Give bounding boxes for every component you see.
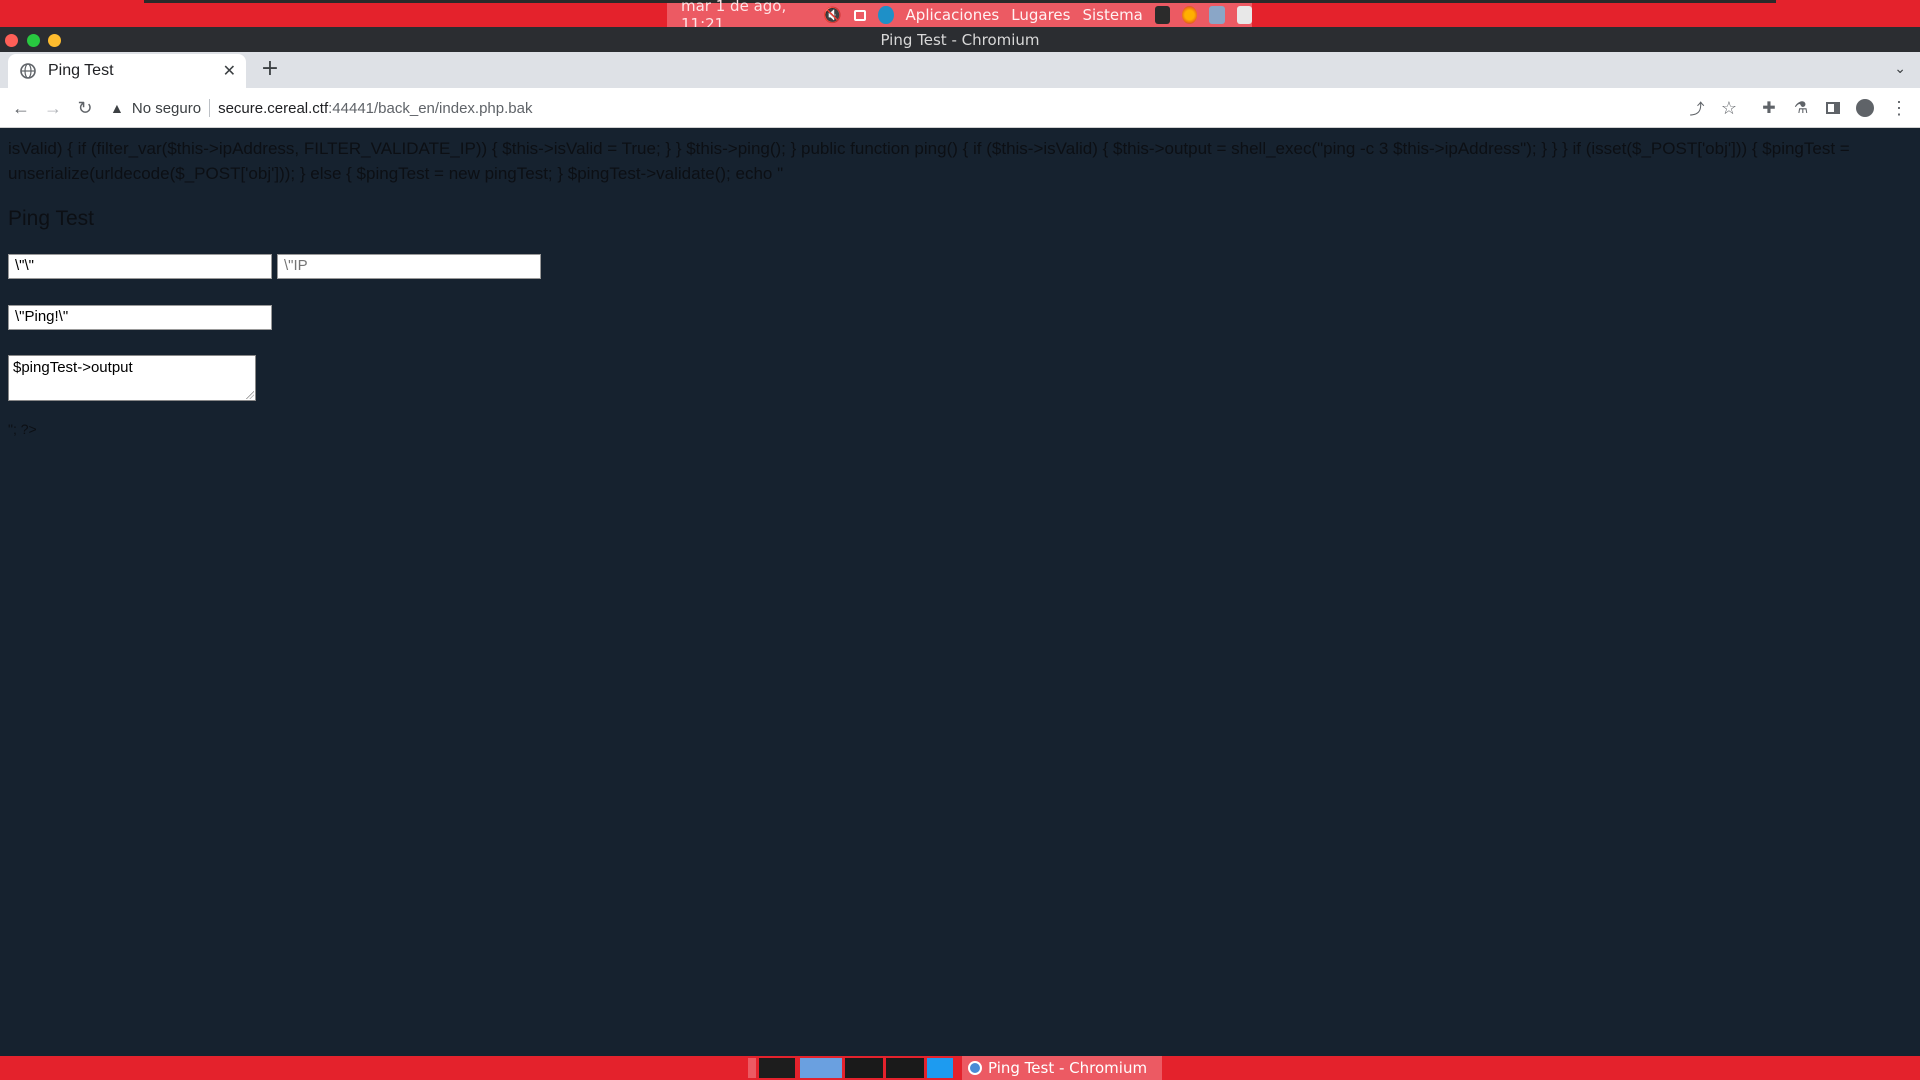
window-title-bar: Ping Test - Chromium xyxy=(0,27,1920,52)
new-tab-button[interactable]: + xyxy=(259,58,281,80)
browser-toolbar: ← → ↻ ▲ No seguro secure.cereal.ctf :444… xyxy=(0,88,1920,128)
workspace-two-icon[interactable] xyxy=(886,1058,924,1078)
workspace-three-icon[interactable] xyxy=(927,1058,953,1078)
trailing-code-text: "; ?> xyxy=(8,421,37,437)
menu-places[interactable]: Lugares xyxy=(1011,6,1070,24)
share-icon[interactable]: ⤴ xyxy=(1685,96,1709,120)
tab-strip: Ping Test ✕ + ⌄ xyxy=(0,52,1920,88)
profile-icon[interactable] xyxy=(1853,96,1877,120)
menu-applications[interactable]: Aplicaciones xyxy=(906,6,1000,24)
ip-field-value[interactable]: \"\" xyxy=(8,254,272,279)
tab-ping-test[interactable]: Ping Test ✕ xyxy=(8,54,246,88)
star-icon[interactable]: ☆ xyxy=(1717,96,1741,120)
reload-icon[interactable]: ↻ xyxy=(73,96,97,120)
flask-icon[interactable]: ⚗ xyxy=(1789,96,1813,120)
side-panel-icon[interactable] xyxy=(1821,96,1845,120)
files-launcher-icon[interactable] xyxy=(1236,6,1252,24)
output-text: $pingTest->output xyxy=(13,359,133,376)
url-host[interactable]: secure.cereal.ctf xyxy=(218,100,328,117)
close-icon[interactable]: ✕ xyxy=(223,61,236,81)
security-label[interactable]: No seguro xyxy=(132,100,201,117)
chromium-task-icon[interactable] xyxy=(800,1058,842,1078)
globe-icon xyxy=(20,63,36,79)
active-task-label: Ping Test - Chromium xyxy=(988,1059,1148,1077)
url-path[interactable]: :44441/back_en/index.php.bak xyxy=(328,100,532,117)
task-separator xyxy=(748,1058,756,1078)
volume-icon[interactable]: 🔇 xyxy=(823,6,842,24)
warning-icon[interactable]: ▲ xyxy=(110,100,124,116)
menu-icon[interactable]: ⋮ xyxy=(1887,96,1911,120)
terminal-launcher-icon[interactable] xyxy=(1154,6,1171,24)
display-icon[interactable] xyxy=(853,9,867,21)
window-title: Ping Test - Chromium xyxy=(880,31,1040,49)
tab-title: Ping Test xyxy=(48,62,114,79)
chromium-icon xyxy=(968,1061,982,1075)
menu-system[interactable]: Sistema xyxy=(1082,6,1142,24)
firefox-launcher-icon[interactable] xyxy=(1182,6,1198,24)
ip-input[interactable]: \"IP xyxy=(277,254,541,279)
page-content: isValid) { if (filter_var($this->ipAddre… xyxy=(0,128,1920,1056)
ping-submit-button[interactable]: \"Ping!\" xyxy=(8,305,272,330)
address-bar[interactable]: ▲ No seguro secure.cereal.ctf :44441/bac… xyxy=(110,92,1670,124)
forward-icon[interactable]: → xyxy=(41,96,65,120)
leaked-source-code: isValid) { if (filter_var($this->ipAddre… xyxy=(8,139,1850,183)
omnibox-separator xyxy=(209,99,211,117)
chevron-down-icon[interactable]: ⌄ xyxy=(1894,61,1906,77)
active-task-chromium[interactable]: Ping Test - Chromium xyxy=(962,1056,1162,1080)
terminal-task-icon[interactable] xyxy=(759,1058,795,1078)
panel-center: mar 1 de ago, 11:21 🔇 Aplicaciones Lugar… xyxy=(667,0,1252,33)
extensions-icon[interactable]: ✚ xyxy=(1757,96,1781,120)
top-panel: mar 1 de ago, 11:21 🔇 Aplicaciones Lugar… xyxy=(0,0,1920,33)
taskbar: Ping Test - Chromium xyxy=(0,1056,1920,1080)
page-title: Ping Test xyxy=(8,207,94,230)
output-textarea[interactable]: $pingTest->output xyxy=(8,355,256,401)
distro-logo-icon[interactable] xyxy=(878,6,894,24)
network-launcher-icon[interactable] xyxy=(1209,6,1225,24)
workspace-one-icon[interactable] xyxy=(845,1058,883,1078)
back-icon[interactable]: ← xyxy=(9,96,33,120)
resize-grip-icon[interactable] xyxy=(246,391,254,399)
